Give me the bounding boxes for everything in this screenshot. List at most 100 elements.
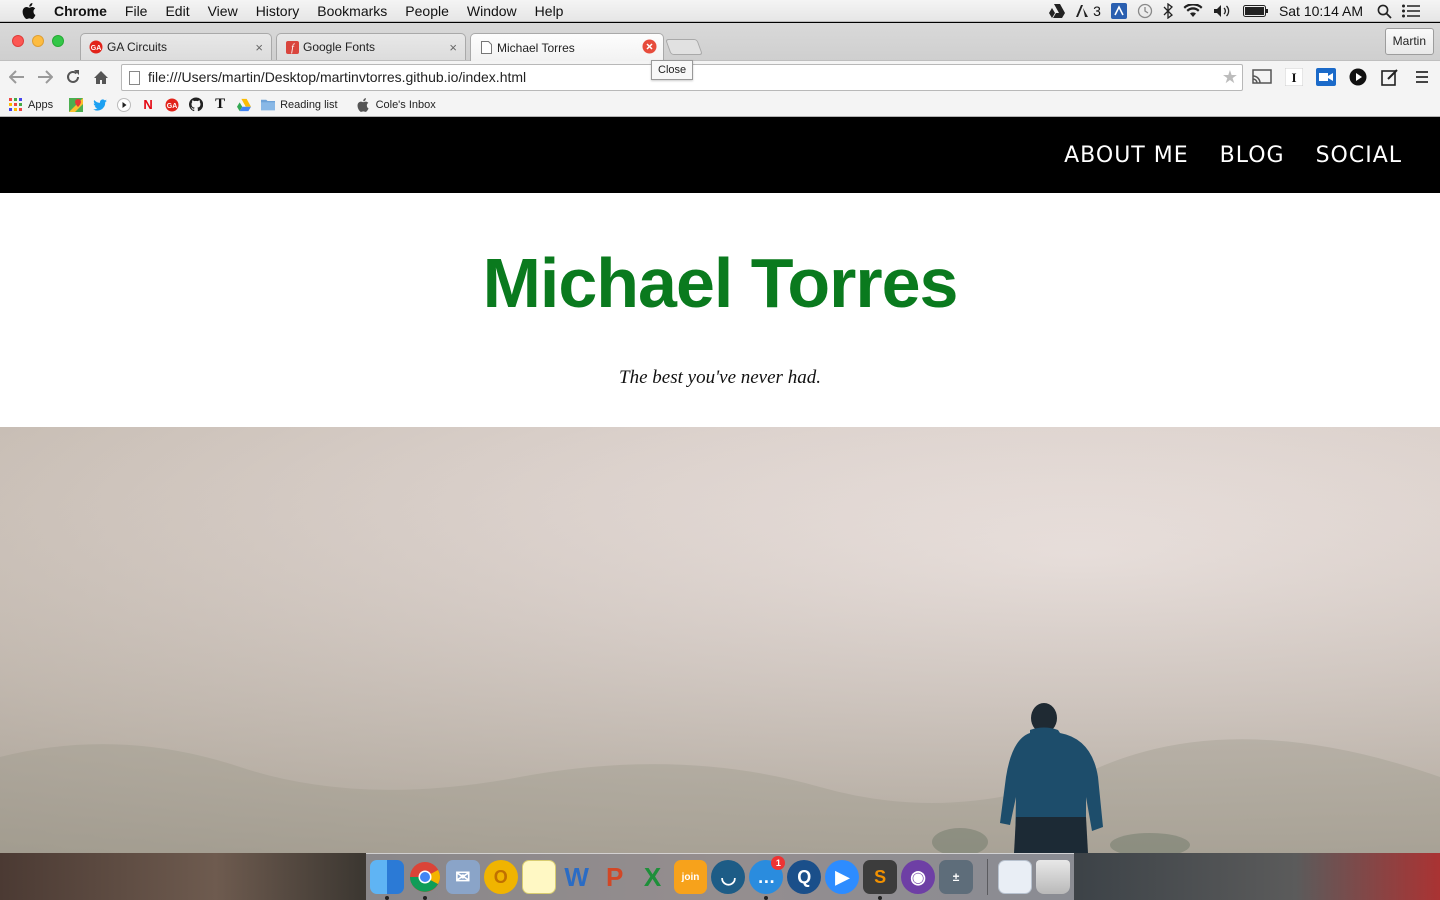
sublime-text-icon[interactable]: S [863,860,898,900]
home-button[interactable] [91,67,111,87]
dock-separator [987,859,989,895]
menu-window[interactable]: Window [467,0,517,22]
nav-social[interactable]: SOCIAL [1316,143,1402,168]
menu-people[interactable]: People [405,0,449,22]
powerpoint-icon[interactable]: P [598,860,632,894]
joinme-icon[interactable]: join [673,860,708,894]
google-maps-icon [69,97,84,112]
volume-icon[interactable] [1213,4,1233,18]
documents-stack-icon[interactable] [998,860,1032,894]
ga-circuits-icon: GA [89,40,103,54]
window-zoom-button[interactable] [52,35,64,47]
menu-file[interactable]: File [125,0,148,22]
bookmark-apps[interactable]: Apps [8,98,53,112]
menu-history[interactable]: History [256,0,300,22]
menubar-status-area: 3 Sat 10:14 AM [1049,0,1440,22]
wifi-icon[interactable] [1183,4,1203,18]
bookmark-google-drive[interactable] [237,98,252,112]
finder-icon[interactable] [370,860,404,900]
close-tooltip: Close [651,60,694,80]
bookmark-coles-inbox[interactable]: Cole's Inbox [356,97,436,112]
battery-icon[interactable] [1242,5,1269,17]
menu-app-chrome[interactable]: Chrome [54,0,107,22]
clock[interactable]: Sat 10:14 AM [1279,3,1363,19]
bookmark-youtube[interactable] [117,97,132,112]
bookmark-label: Apps [28,98,54,111]
tab-title: Google Fonts [303,40,376,54]
bookmark-star-icon[interactable]: ★ [1222,65,1238,90]
tab-close-hover-icon[interactable] [642,39,657,57]
bookmark-reading-list[interactable]: Reading list [261,98,338,112]
spotlight-icon[interactable] [1377,4,1392,19]
quicktime-icon[interactable]: Q [787,860,822,894]
mail-stamp-icon[interactable]: ✉ [445,860,480,894]
instapaper-icon[interactable]: I [1284,67,1304,87]
back-button[interactable] [7,67,27,87]
site-nav: ABOUT ME BLOG SOCIAL [0,118,1440,193]
apple-icon [356,97,370,112]
chrome-menu-icon[interactable] [1412,67,1432,87]
tab-michael-torres[interactable]: Michael Torres [470,33,664,61]
tab-close-button[interactable]: × [255,40,263,55]
google-drive-status-icon[interactable] [1049,4,1066,18]
calculator-icon[interactable]: ± [939,860,974,894]
bookmarks-bar: Apps N GA T Reading list Cole's Inbox [0,93,1440,117]
creative-cloud-icon[interactable] [1110,3,1127,19]
chat-bubble-icon[interactable]: ◡ [711,860,746,894]
bookmark-twitter[interactable] [93,98,108,112]
profile-button[interactable]: Martin [1384,28,1434,55]
page-info-icon[interactable] [129,71,140,85]
notes-icon[interactable] [521,860,556,894]
new-tab-button[interactable] [665,39,703,55]
play-extension-icon[interactable] [1348,67,1368,87]
window-minimize-button[interactable] [32,35,44,47]
messages-icon[interactable]: … 1 [749,856,786,900]
nav-about-me[interactable]: ABOUT ME [1064,143,1189,168]
video-extension-icon[interactable] [1316,67,1336,87]
apple-menu-icon[interactable] [20,2,38,20]
folder-icon [261,98,276,112]
tab-google-fonts[interactable]: f Google Fonts × [276,33,466,60]
time-machine-icon[interactable] [1137,3,1153,19]
web-page: ABOUT ME BLOG SOCIAL Michael Torres The … [0,118,1440,853]
opera-icon[interactable]: O [483,860,518,894]
word-icon[interactable]: W [560,860,594,894]
excel-icon[interactable]: X [636,860,670,894]
twitter-icon [93,98,108,112]
menu-edit[interactable]: Edit [165,0,189,22]
notification-center-icon[interactable] [1402,4,1420,18]
google-fonts-icon: f [285,40,299,54]
menu-view[interactable]: View [208,0,238,22]
chrome-toolbar: file:///Users/martin/Desktop/martinvtorr… [0,60,1440,93]
netflix-icon: N [143,97,153,112]
tab-close-button[interactable]: × [449,40,457,55]
bookmark-nytimes[interactable]: T [213,96,227,112]
github-desktop-icon[interactable]: ◉ [901,860,936,894]
svg-text:I: I [1291,70,1296,85]
nav-blog[interactable]: BLOG [1220,143,1285,168]
svg-text:GA: GA [91,45,102,52]
adobe-status-icon[interactable]: 3 [1075,3,1101,19]
menu-help[interactable]: Help [535,0,564,22]
chrome-dock-icon[interactable] [408,860,442,900]
macos-menubar: Chrome File Edit View History Bookmarks … [0,0,1440,22]
bookmark-netflix[interactable]: N [141,97,155,112]
google-drive-icon [237,98,252,112]
bookmark-google-maps[interactable] [69,97,84,112]
compose-extension-icon[interactable] [1380,67,1400,87]
reload-button[interactable] [63,67,83,87]
trash-icon[interactable] [1035,860,1070,894]
adobe-count: 3 [1093,3,1101,19]
menu-bookmarks[interactable]: Bookmarks [317,0,387,22]
forward-button[interactable] [35,67,55,87]
zoom-icon[interactable]: ▶ [825,860,860,894]
github-icon [189,97,204,112]
bookmark-github[interactable] [189,97,204,112]
cast-icon[interactable] [1252,67,1272,87]
page-icon [479,41,493,55]
window-close-button[interactable] [12,35,24,47]
tab-ga-circuits[interactable]: GA GA Circuits × [80,33,272,60]
bluetooth-icon[interactable] [1163,3,1173,19]
chrome-tab-strip: GA GA Circuits × f Google Fonts × Michae… [0,23,1440,61]
bookmark-ga[interactable]: GA [165,98,179,112]
